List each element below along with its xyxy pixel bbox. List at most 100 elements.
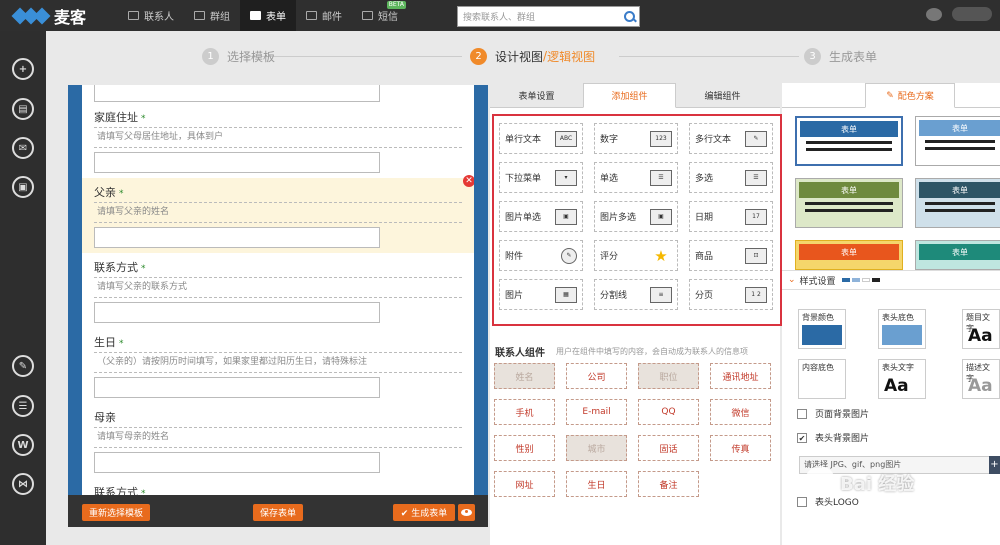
delete-field-icon[interactable]: ✕ bbox=[463, 175, 474, 187]
form-field-contact-2[interactable]: 联系方式 * bbox=[82, 478, 474, 495]
component-dropdown[interactable]: 下拉菜单 ▾ bbox=[499, 162, 583, 193]
form-field-address[interactable]: 家庭住址 * 请填写父母居住地址，具体到户 bbox=[82, 103, 474, 178]
contact-city[interactable]: 城市 bbox=[566, 435, 627, 461]
add-image-button[interactable]: + bbox=[989, 456, 1000, 474]
contact-gender[interactable]: 性别 bbox=[494, 435, 555, 461]
header-text-cell[interactable]: 表头文字 Aa bbox=[878, 359, 926, 399]
logic-view-label[interactable]: 逻辑视图 bbox=[547, 48, 595, 65]
desc-text-cell[interactable]: 描述文字 Aa bbox=[962, 359, 1000, 399]
contact-fax[interactable]: 传真 bbox=[710, 435, 771, 461]
component-number[interactable]: 数字 123 bbox=[594, 123, 678, 154]
component-divider[interactable]: 分割线 ≡ bbox=[594, 279, 678, 310]
contact-phone[interactable]: 固话 bbox=[638, 435, 699, 461]
step-select-template[interactable]: 1 选择模板 bbox=[202, 47, 275, 65]
component-label: 分割线 bbox=[600, 291, 628, 301]
step-generate[interactable]: 3 生成表单 bbox=[804, 47, 877, 65]
contact-position[interactable]: 职位 bbox=[638, 363, 699, 389]
wechat-icon[interactable] bbox=[926, 7, 942, 21]
preview-eye-icon[interactable] bbox=[458, 504, 475, 521]
chat-bubble-icon[interactable]: ☰ bbox=[12, 395, 34, 417]
contact-website[interactable]: 网址 bbox=[494, 471, 555, 497]
checkbox[interactable] bbox=[797, 496, 807, 507]
field-input[interactable] bbox=[94, 302, 380, 323]
theme-blue[interactable]: 表单 bbox=[795, 116, 903, 166]
tab-color-scheme[interactable]: ✎ 配色方案 bbox=[865, 83, 955, 108]
contact-note[interactable]: 备注 bbox=[638, 471, 699, 497]
bg-color-cell[interactable]: 背景颜色 bbox=[798, 309, 846, 349]
form-field-contact[interactable]: 联系方式 * 请填写父亲的联系方式 bbox=[82, 253, 474, 328]
search-icon[interactable] bbox=[619, 7, 639, 26]
header-bg-cell[interactable]: 表头底色 bbox=[878, 309, 926, 349]
contact-mobile[interactable]: 手机 bbox=[494, 399, 555, 425]
theme-lightblue[interactable]: 表单 bbox=[915, 116, 1000, 166]
tab-add-component[interactable]: 添加组件 bbox=[583, 83, 676, 108]
tab-edit-component[interactable]: 编辑组件 bbox=[676, 83, 769, 108]
component-attachment[interactable]: 附件 ✎ bbox=[499, 240, 583, 271]
component-single-text[interactable]: 单行文本 ABC bbox=[499, 123, 583, 154]
add-mail-icon[interactable]: ✉ bbox=[12, 137, 34, 159]
generate-form-button[interactable]: ✔ 生成表单 bbox=[393, 504, 455, 521]
field-input[interactable] bbox=[94, 152, 380, 173]
component-radio[interactable]: 单选 ☰ bbox=[594, 162, 678, 193]
form-field-mother[interactable]: 母亲 请填写母亲的姓名 bbox=[82, 403, 474, 478]
theme-teal[interactable]: 表单 bbox=[915, 240, 1000, 270]
component-checkbox[interactable]: 多选 ☰ bbox=[689, 162, 773, 193]
form-field-birthday[interactable]: 生日 * （父亲的）请按阴历时间填写，如果家里都过阳历生日，请特殊标注 bbox=[82, 328, 474, 403]
contact-name[interactable]: 姓名 bbox=[494, 363, 555, 389]
nav-groups[interactable]: 群组 bbox=[184, 0, 240, 31]
header-bg-image-option[interactable]: ✔ 表头背景图片 bbox=[797, 431, 869, 444]
field-input[interactable] bbox=[94, 85, 380, 102]
contact-birthday[interactable]: 生日 bbox=[566, 471, 627, 497]
add-card-icon[interactable]: ▣ bbox=[12, 176, 34, 198]
style-settings-header[interactable]: ⌄ 样式设置 bbox=[782, 270, 1000, 290]
field-input[interactable] bbox=[94, 227, 380, 248]
component-image[interactable]: 图片 ▦ bbox=[499, 279, 583, 310]
checkbox-checked[interactable]: ✔ bbox=[797, 432, 807, 443]
add-contact-icon[interactable]: + bbox=[12, 58, 34, 80]
theme-orange[interactable]: 表单 bbox=[795, 240, 903, 270]
share-icon[interactable]: ⋈ bbox=[12, 473, 34, 495]
contact-email[interactable]: E-mail bbox=[566, 399, 627, 425]
checkbox[interactable] bbox=[797, 408, 807, 419]
search-input[interactable]: 搜索联系人、群组 bbox=[458, 10, 619, 23]
option-label: 表头LOGO bbox=[815, 498, 859, 508]
field-input[interactable] bbox=[94, 452, 380, 473]
user-avatar[interactable] bbox=[952, 7, 992, 21]
theme-green[interactable]: 表单 bbox=[795, 178, 903, 228]
form-field-top[interactable] bbox=[82, 85, 474, 103]
component-image-radio[interactable]: 图片单选 ▣ bbox=[499, 201, 583, 232]
contact-wechat[interactable]: 微信 bbox=[710, 399, 771, 425]
search-box[interactable]: 搜索联系人、群组 bbox=[457, 6, 640, 27]
step-design-view[interactable]: 2 设计视图 / 逻辑视图 bbox=[470, 47, 595, 65]
tab-form-settings[interactable]: 表单设置 bbox=[490, 83, 583, 108]
reselect-template-button[interactable]: 重新选择模板 bbox=[82, 504, 150, 521]
content-bg-cell[interactable]: 内容底色 bbox=[798, 359, 846, 399]
design-view-label[interactable]: 设计视图 bbox=[495, 48, 543, 65]
component-pagination[interactable]: 分页 1 2 bbox=[689, 279, 773, 310]
contact-company[interactable]: 公司 bbox=[566, 363, 627, 389]
w-icon[interactable]: W bbox=[12, 434, 34, 456]
nav-forms[interactable]: 表单 bbox=[240, 0, 296, 31]
field-input[interactable] bbox=[94, 377, 380, 398]
contact-qq[interactable]: QQ bbox=[638, 399, 699, 425]
component-multi-text[interactable]: 多行文本 ✎ bbox=[689, 123, 773, 154]
contact-address[interactable]: 通讯地址 bbox=[710, 363, 771, 389]
page-bg-image-option[interactable]: 页面背景图片 bbox=[797, 407, 869, 420]
save-form-button[interactable]: 保存表单 bbox=[253, 504, 303, 521]
header-logo-option[interactable]: 表头LOGO bbox=[797, 495, 859, 508]
theme-steel[interactable]: 表单 bbox=[915, 178, 1000, 228]
component-product[interactable]: 商品 ⊡ bbox=[689, 240, 773, 271]
nav-contacts[interactable]: 联系人 bbox=[118, 0, 184, 31]
app-logo[interactable]: 麦客 bbox=[0, 4, 118, 28]
title-text-cell[interactable]: 题目文字 Aa bbox=[962, 309, 1000, 349]
nav-sms[interactable]: 短信 BETA bbox=[352, 0, 408, 31]
add-form-icon[interactable]: ▤ bbox=[12, 98, 34, 120]
component-date[interactable]: 日期 17 bbox=[689, 201, 773, 232]
edit-icon[interactable]: ✎ bbox=[12, 355, 34, 377]
component-image-checkbox[interactable]: 图片多选 ▣ bbox=[594, 201, 678, 232]
step-number: 3 bbox=[804, 47, 821, 65]
form-field-father[interactable]: ✕ 父亲 * 请填写父亲的姓名 bbox=[82, 175, 474, 253]
number-icon: 123 bbox=[650, 130, 672, 147]
component-rating[interactable]: 评分 ★ bbox=[594, 240, 678, 271]
nav-mail[interactable]: 邮件 bbox=[296, 0, 352, 31]
